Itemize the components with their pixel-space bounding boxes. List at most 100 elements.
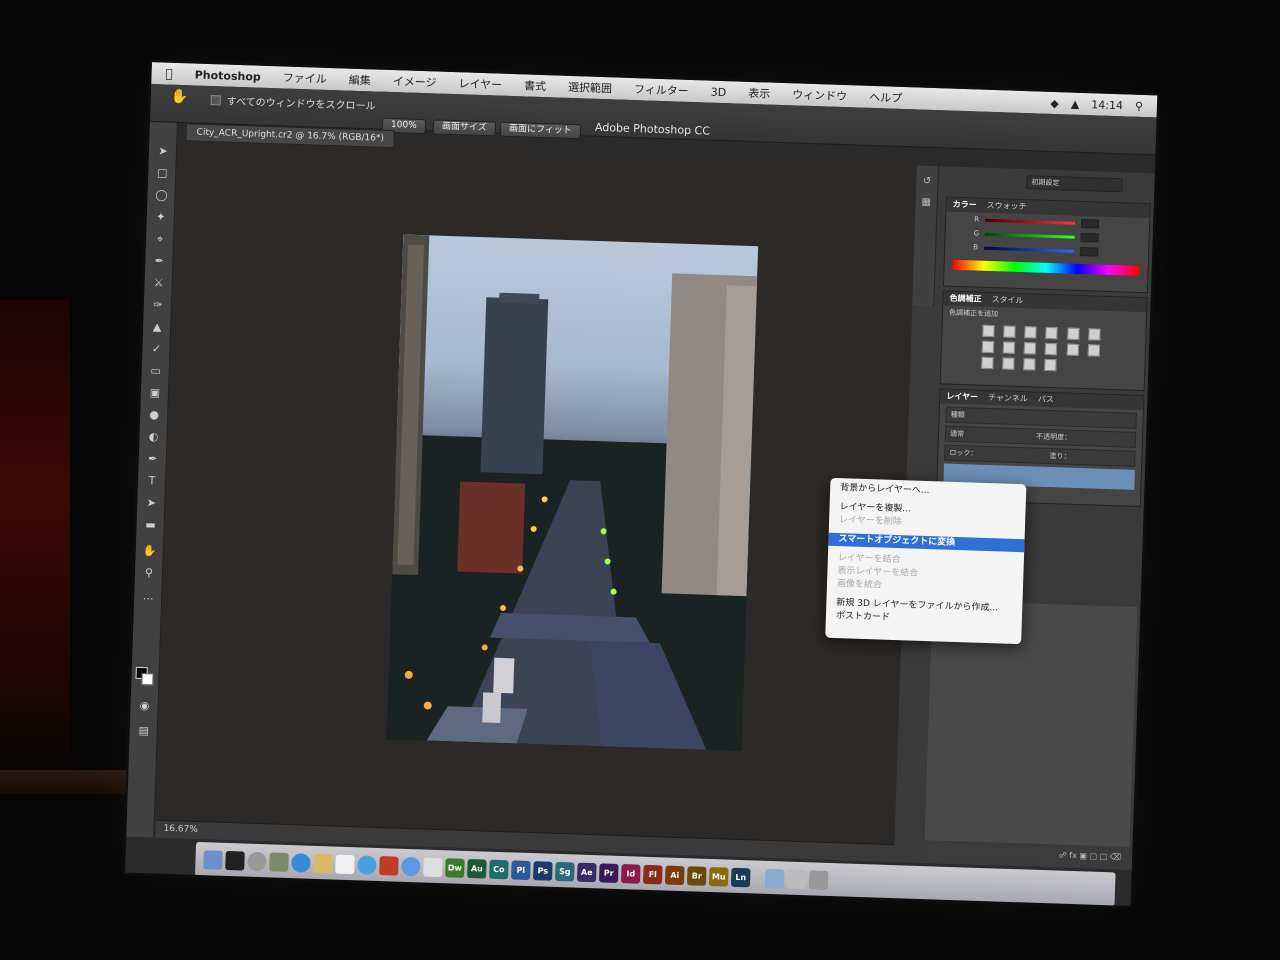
tab-paths[interactable]: パス (1038, 393, 1054, 408)
dock-app-after-effects[interactable]: Ae (577, 862, 597, 882)
tab-styles[interactable]: スタイル (991, 293, 1023, 308)
hand-tool-icon[interactable]: ✋ (171, 89, 189, 106)
menu-help[interactable]: ヘルプ (869, 89, 903, 106)
spotlight-icon[interactable]: ⚲ (1135, 99, 1143, 112)
crop-tool-icon[interactable]: ⌖ (150, 230, 171, 249)
background-color-swatch[interactable] (141, 673, 154, 686)
color-spectrum-ramp[interactable] (952, 259, 1140, 276)
menu-file[interactable]: ファイル (283, 69, 328, 86)
selective-color-icon[interactable] (1044, 358, 1058, 372)
link-layers-icon[interactable]: ☍ (1059, 851, 1067, 860)
new-group-icon[interactable]: ▢ (1089, 852, 1097, 861)
dock-app-audition[interactable]: Au (467, 858, 487, 879)
menu-select[interactable]: 選択範囲 (568, 79, 613, 96)
city-photo[interactable] (386, 234, 759, 751)
menu-image[interactable]: イメージ (392, 73, 436, 90)
notes-icon[interactable] (313, 853, 333, 873)
photo-filter-icon[interactable] (1024, 342, 1037, 355)
dock-app-coder[interactable]: Co (489, 859, 509, 879)
invert-icon[interactable] (1087, 344, 1100, 357)
messages-icon[interactable] (357, 854, 377, 875)
zoom-tool-icon[interactable]: ⚲ (139, 564, 160, 583)
hand-tool-active-icon[interactable]: ✋ (139, 542, 160, 561)
workspace-switcher[interactable]: 初期設定 (1026, 175, 1123, 193)
dock-app-dreamweaver[interactable]: Dw (445, 857, 465, 878)
lasso-tool-icon[interactable]: ◯ (151, 186, 172, 205)
red-value-field[interactable] (1080, 218, 1100, 229)
zoom-level[interactable]: 16.67% (163, 824, 198, 835)
dock-app-photoshop[interactable]: Ps (533, 860, 553, 881)
gradient-tool-icon[interactable]: ▣ (145, 384, 166, 403)
screen-mode-icon[interactable]: ▤ (133, 722, 154, 741)
path-selection-tool-icon[interactable]: ➤ (141, 494, 162, 513)
fit-screen-button[interactable]: 画面にフィット (499, 121, 581, 140)
more-tools-icon[interactable]: ⋯ (138, 590, 159, 609)
quick-mask-icon[interactable]: ◉ (134, 697, 155, 716)
gradient-map-icon[interactable] (1023, 358, 1036, 371)
acrobat-icon[interactable] (379, 855, 399, 876)
menu-window[interactable]: ウィンドウ (792, 86, 848, 104)
curves-icon[interactable] (1024, 326, 1037, 339)
volume-icon[interactable]: ▲ (1071, 97, 1080, 110)
photo-app-icon[interactable] (269, 851, 289, 872)
system-preferences-icon[interactable] (247, 851, 267, 871)
dock-app-speedgrade[interactable]: Sg (555, 861, 575, 882)
channel-mixer-icon[interactable] (1045, 342, 1058, 356)
finder-icon[interactable] (203, 849, 223, 870)
history-brush-tool-icon[interactable]: ✓ (146, 340, 167, 359)
rectangle-tool-icon[interactable]: ▬ (140, 516, 161, 535)
tab-swatches[interactable]: スウォッチ (986, 199, 1026, 214)
clock[interactable]: 14:14 (1091, 98, 1123, 112)
menu-view[interactable]: 表示 (748, 85, 771, 102)
threshold-icon[interactable] (1002, 357, 1015, 370)
menu-3d[interactable]: 3D (711, 85, 727, 99)
screen-size-button[interactable]: 画面サイズ (432, 119, 496, 137)
calendar-icon[interactable] (335, 854, 355, 874)
add-style-icon[interactable]: fx (1069, 851, 1077, 860)
trash-icon[interactable]: ⌫ (1110, 852, 1122, 861)
quick-select-tool-icon[interactable]: ✦ (150, 208, 171, 227)
eyedropper-tool-icon[interactable]: ✒ (149, 252, 170, 271)
add-mask-icon[interactable]: ▣ (1079, 851, 1087, 860)
preview-icon[interactable] (423, 857, 443, 877)
blur-tool-icon[interactable]: ● (144, 406, 165, 425)
clone-stamp-tool-icon[interactable]: ▲ (147, 318, 168, 337)
documents-folder-icon[interactable] (786, 869, 807, 889)
menu-type[interactable]: 書式 (524, 77, 547, 94)
terminal-icon[interactable] (225, 850, 245, 871)
pen-tool-icon[interactable]: ✒ (142, 450, 163, 469)
apple-menu-icon[interactable]:  (165, 67, 173, 81)
dock-app-premiere[interactable]: Pr (598, 862, 619, 883)
new-layer-icon[interactable]: □ (1100, 852, 1108, 861)
hue-saturation-icon[interactable] (1088, 328, 1101, 341)
dock-app-flash[interactable]: Fl (642, 864, 663, 884)
green-value-field[interactable] (1080, 232, 1100, 243)
blend-mode-select[interactable]: 通常 (950, 430, 964, 438)
dock-app-bridge[interactable]: Br (686, 865, 707, 886)
blue-slider[interactable] (983, 246, 1075, 253)
menu-layer[interactable]: レイヤー (458, 75, 502, 92)
properties-panel-icon[interactable]: ▦ (916, 196, 937, 208)
levels-icon[interactable] (1003, 325, 1016, 338)
type-tool-icon[interactable]: T (142, 472, 163, 491)
blue-value-field[interactable] (1079, 246, 1099, 257)
red-slider[interactable] (984, 218, 1076, 225)
dock-app-muse[interactable]: Mu (708, 866, 729, 887)
move-tool-icon[interactable]: ➤ (153, 142, 174, 161)
downloads-folder-icon[interactable] (764, 868, 785, 888)
tab-channels[interactable]: チャンネル (988, 391, 1028, 406)
vibrance-icon[interactable] (1066, 327, 1080, 340)
menu-edit[interactable]: 編集 (348, 72, 371, 89)
dock-app-indesign[interactable]: Id (620, 863, 641, 884)
trash-dock-icon[interactable] (808, 869, 829, 890)
wifi-icon[interactable]: ◆ (1050, 96, 1059, 109)
safari-icon[interactable] (291, 852, 311, 873)
dock-app-illustrator[interactable]: Ai (664, 865, 685, 885)
exposure-icon[interactable] (1045, 326, 1059, 340)
tab-adjustments[interactable]: 色調補正 (949, 292, 981, 307)
brightness-icon[interactable] (982, 324, 995, 338)
dodge-tool-icon[interactable]: ◐ (143, 428, 164, 447)
marquee-tool-icon[interactable]: □ (152, 164, 173, 183)
scroll-all-checkbox[interactable] (210, 94, 221, 105)
brush-tool-icon[interactable]: ✑ (148, 296, 169, 315)
